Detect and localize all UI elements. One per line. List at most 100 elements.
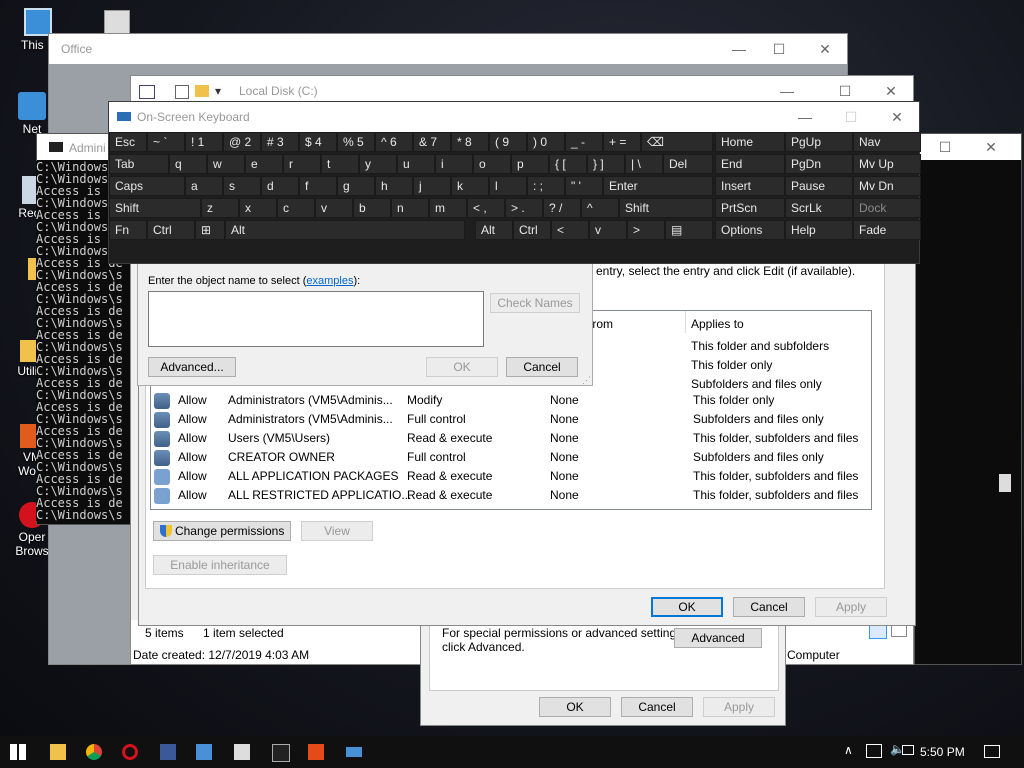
osk-key[interactable]: ~ ` <box>147 132 185 152</box>
cancel-button[interactable]: Cancel <box>506 357 578 377</box>
file-explorer-icon[interactable] <box>50 744 66 760</box>
permission-entry-row[interactable]: Allow Administrators (VM5\Adminis... Modif… <box>152 391 868 410</box>
new-folder-icon[interactable] <box>195 85 209 97</box>
osk-key[interactable]: End <box>715 154 785 174</box>
osk-key[interactable]: & 7 <box>413 132 451 152</box>
osk-key[interactable]: @ 2 <box>223 132 261 152</box>
osk-key[interactable]: m <box>429 198 467 218</box>
maximize-icon[interactable]: ☐ <box>925 136 965 158</box>
osk-key[interactable]: } ] <box>587 154 625 174</box>
osk-key[interactable]: Del <box>663 154 713 174</box>
osk-key[interactable]: v <box>315 198 353 218</box>
osk-key[interactable]: Alt <box>475 220 513 240</box>
osk-key[interactable]: t <box>321 154 359 174</box>
osk-key[interactable]: # 3 <box>261 132 299 152</box>
osk-key[interactable]: Mv Up <box>853 154 921 174</box>
osk-key[interactable]: g <box>337 176 375 196</box>
ok-button[interactable]: OK <box>426 357 498 377</box>
osk-key[interactable]: | \ <box>625 154 663 174</box>
osk-key[interactable]: Tab <box>109 154 169 174</box>
permission-entry-row[interactable]: Allow ALL RESTRICTED APPLICATIO... Read & … <box>152 486 868 505</box>
osk-key[interactable]: Options <box>715 220 785 240</box>
properties-dialog[interactable]: For special permissions or advanced sett… <box>420 614 786 726</box>
check-names-button[interactable]: Check Names <box>490 293 580 313</box>
osk-key[interactable]: q <box>169 154 207 174</box>
osk-key[interactable]: > . <box>505 198 543 218</box>
osk-key[interactable]: Shift <box>109 198 201 218</box>
osk-key[interactable]: < , <box>467 198 505 218</box>
tiles-view-icon[interactable] <box>891 625 907 637</box>
properties-icon[interactable] <box>175 85 189 99</box>
ok-button[interactable]: OK <box>539 697 611 717</box>
keyboard-icon[interactable] <box>346 747 362 757</box>
osk-key[interactable]: Nav <box>853 132 921 152</box>
cancel-button[interactable]: Cancel <box>621 697 693 717</box>
osk-key[interactable]: v <box>589 220 627 240</box>
osk-key[interactable]: $ 4 <box>299 132 337 152</box>
chevron-down-icon[interactable]: ▾ <box>215 84 221 98</box>
select-object-dialog[interactable]: Enter the object name to select (example… <box>137 262 593 386</box>
osk-key[interactable]: " ' <box>565 176 603 196</box>
osk-key[interactable]: Ctrl <box>147 220 195 240</box>
quick-access-icon[interactable] <box>139 85 155 99</box>
osk-key[interactable]: Alt <box>225 220 465 240</box>
osk-key[interactable]: Dock <box>853 198 921 218</box>
osk-key[interactable]: l <box>489 176 527 196</box>
osk-key[interactable]: ⌫ <box>641 132 713 152</box>
osk-key[interactable]: PgDn <box>785 154 853 174</box>
osk-key[interactable]: Ctrl <box>513 220 551 240</box>
osk-key[interactable]: n <box>391 198 429 218</box>
osk-key[interactable]: ) 0 <box>527 132 565 152</box>
osk-key[interactable]: p <box>511 154 549 174</box>
osk-key[interactable]: > <box>627 220 665 240</box>
osk-key[interactable]: x <box>239 198 277 218</box>
osk-key[interactable]: ! 1 <box>185 132 223 152</box>
start-icon[interactable] <box>10 744 26 760</box>
office-titlebar[interactable]: Office — ☐ ✕ <box>49 34 847 64</box>
facebook-icon[interactable] <box>160 744 176 760</box>
osk-key[interactable]: ^ <box>581 198 619 218</box>
osk-key[interactable]: k <box>451 176 489 196</box>
osk-key[interactable]: f <box>299 176 337 196</box>
apply-button[interactable]: Apply <box>815 597 887 617</box>
osk-key[interactable]: Help <box>785 220 853 240</box>
osk-key[interactable]: PrtScn <box>715 198 785 218</box>
osk-key[interactable]: j <box>413 176 451 196</box>
osk-key[interactable]: u <box>397 154 435 174</box>
opera-icon[interactable] <box>122 744 138 760</box>
minimize-icon[interactable]: — <box>767 80 807 102</box>
osk-key[interactable]: s <box>223 176 261 196</box>
keyboard-layout-icon[interactable] <box>902 745 914 755</box>
osk-key[interactable]: Home <box>715 132 785 152</box>
osk-key[interactable]: Shift <box>619 198 713 218</box>
apply-button[interactable]: Apply <box>703 697 775 717</box>
scrollbar-thumb[interactable] <box>999 474 1011 492</box>
osk-key[interactable]: d <box>261 176 299 196</box>
osk-key[interactable]: + = <box>603 132 641 152</box>
osk-key[interactable]: Caps <box>109 176 185 196</box>
permission-entry-row[interactable]: Allow ALL APPLICATION PACKAGES Read & exec… <box>152 467 868 486</box>
network-icon[interactable] <box>866 744 882 758</box>
osk-key[interactable]: : ; <box>527 176 565 196</box>
osk-key[interactable]: < <box>551 220 589 240</box>
close-icon[interactable]: ✕ <box>877 106 917 128</box>
osk-key[interactable]: r <box>283 154 321 174</box>
permission-entry-row[interactable]: Allow Users (VM5\Users) Read & execute None… <box>152 429 868 448</box>
background-titlebar[interactable]: ☐ ✕ <box>915 134 1021 160</box>
osk-key[interactable]: Esc <box>109 132 147 152</box>
chevron-up-icon[interactable]: ∧ <box>844 743 853 757</box>
object-name-input[interactable] <box>148 291 484 347</box>
advanced-button[interactable]: Advanced... <box>148 357 236 377</box>
office-icon[interactable] <box>308 744 324 760</box>
details-view-icon[interactable] <box>869 625 887 639</box>
permission-entry-row[interactable]: Allow CREATOR OWNER Full control None Subfol… <box>152 448 868 467</box>
osk-key[interactable]: y <box>359 154 397 174</box>
ok-button[interactable]: OK <box>651 597 723 617</box>
close-icon[interactable]: ✕ <box>971 136 1011 158</box>
osk-key[interactable]: o <box>473 154 511 174</box>
osk-key[interactable]: { [ <box>549 154 587 174</box>
close-icon[interactable]: ✕ <box>805 38 845 60</box>
osk-key[interactable]: ScrLk <box>785 198 853 218</box>
maximize-icon[interactable]: ☐ <box>759 38 799 60</box>
examples-link[interactable]: examples <box>306 275 353 287</box>
